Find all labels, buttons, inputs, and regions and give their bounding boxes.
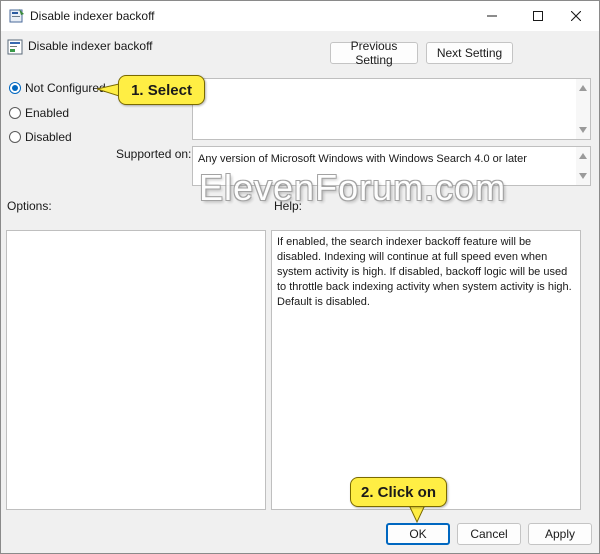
callout-pointer-icon [408,505,426,523]
supported-on-value: Any version of Microsoft Windows with Wi… [198,153,527,165]
setting-title: Disable indexer backoff [28,39,153,53]
radio-disabled-circle[interactable] [9,131,21,143]
supported-on-label: Supported on: [116,147,192,161]
help-text: If enabled, the search indexer backoff f… [277,236,572,308]
ok-label: OK [409,527,427,541]
window-title: Disable indexer backoff [30,9,155,23]
cancel-button[interactable]: Cancel [457,523,521,545]
previous-setting-button[interactable]: Previous Setting [330,39,418,67]
scroll-down-arrow-icon[interactable] [579,173,587,179]
callout-step-2-text: 2. Click on [360,483,437,501]
options-label: Options: [7,199,52,213]
minimize-icon [487,15,497,17]
maximize-icon [533,11,543,21]
ok-button[interactable]: OK [386,523,450,545]
supported-scrollbar[interactable] [576,147,590,185]
minimize-button[interactable] [469,1,515,31]
options-panel [6,230,266,510]
apply-label: Apply [544,527,576,541]
scroll-up-arrow-icon[interactable] [579,153,587,159]
comment-textarea[interactable] [192,78,591,140]
next-setting-label: Next Setting [436,46,503,60]
radio-disabled[interactable]: Disabled [9,130,72,144]
policy-setting-icon [7,39,23,55]
radio-not-configured[interactable]: Not Configured [9,81,106,95]
policy-editor-icon [9,9,24,23]
apply-button[interactable]: Apply [528,523,592,545]
radio-enabled[interactable]: Enabled [9,106,69,120]
help-panel[interactable]: If enabled, the search indexer backoff f… [271,230,581,510]
close-icon [571,11,581,21]
radio-not-configured-label: Not Configured [25,81,106,95]
callout-step-2: 2. Click on [350,477,447,507]
watermark: ElevenForum.com [199,167,507,208]
scroll-down-arrow-icon[interactable] [579,127,587,133]
radio-enabled-circle[interactable] [9,107,21,119]
next-setting-button[interactable]: Next Setting [426,42,513,64]
close-button[interactable] [553,1,599,31]
callout-step-1: 1. Select [118,75,205,105]
radio-disabled-label: Disabled [25,130,72,144]
radio-not-configured-circle[interactable] [9,82,21,94]
previous-setting-label: Previous Setting [350,39,398,67]
cancel-label: Cancel [470,527,508,541]
title-bar: Disable indexer backoff [1,1,599,31]
callout-step-1-text: 1. Select [131,81,192,99]
comment-scrollbar[interactable] [576,79,590,139]
radio-enabled-label: Enabled [25,106,70,120]
scroll-up-arrow-icon[interactable] [579,85,587,91]
policy-dialog: Disable indexer backoff Disable indexer … [0,0,600,554]
